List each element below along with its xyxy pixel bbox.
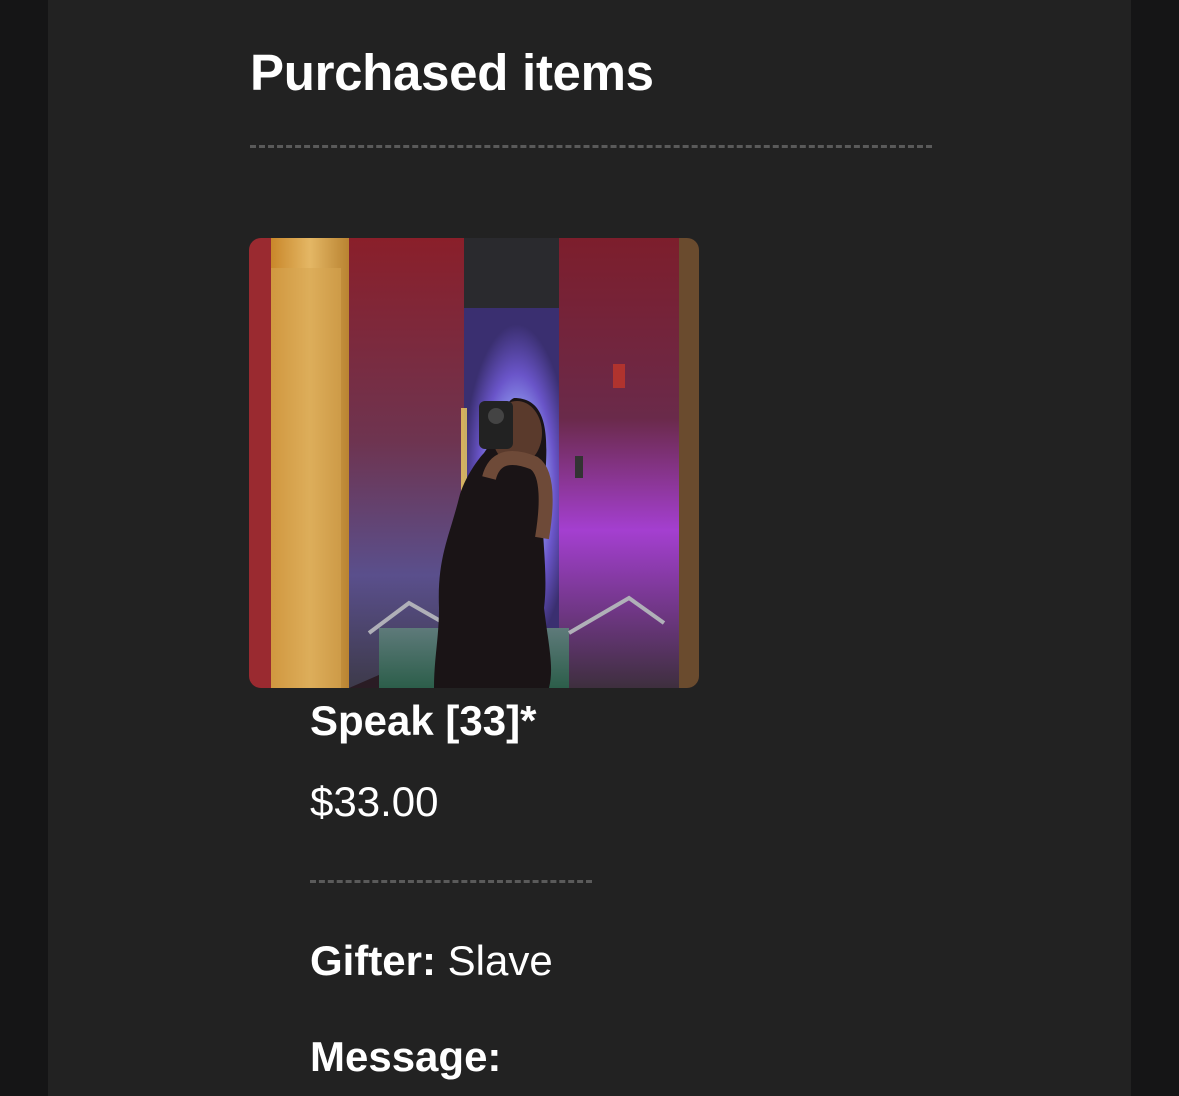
item-price: $33.00 xyxy=(310,778,439,825)
gifter-label: Gifter: xyxy=(310,937,436,984)
product-image[interactable] xyxy=(249,238,699,688)
item-divider xyxy=(310,880,592,883)
section-title: Purchased items xyxy=(250,44,654,101)
item-name[interactable]: Speak [33]* xyxy=(310,694,536,748)
page: Purchased items Speak [33]* $33.00 Gifte… xyxy=(0,0,1179,1096)
section-divider xyxy=(250,145,932,148)
gifter-row: Gifter: Slave xyxy=(310,933,553,989)
photo-icon xyxy=(249,238,699,688)
gifter-value: Slave xyxy=(447,937,553,984)
message-label: Message: xyxy=(310,1033,502,1080)
